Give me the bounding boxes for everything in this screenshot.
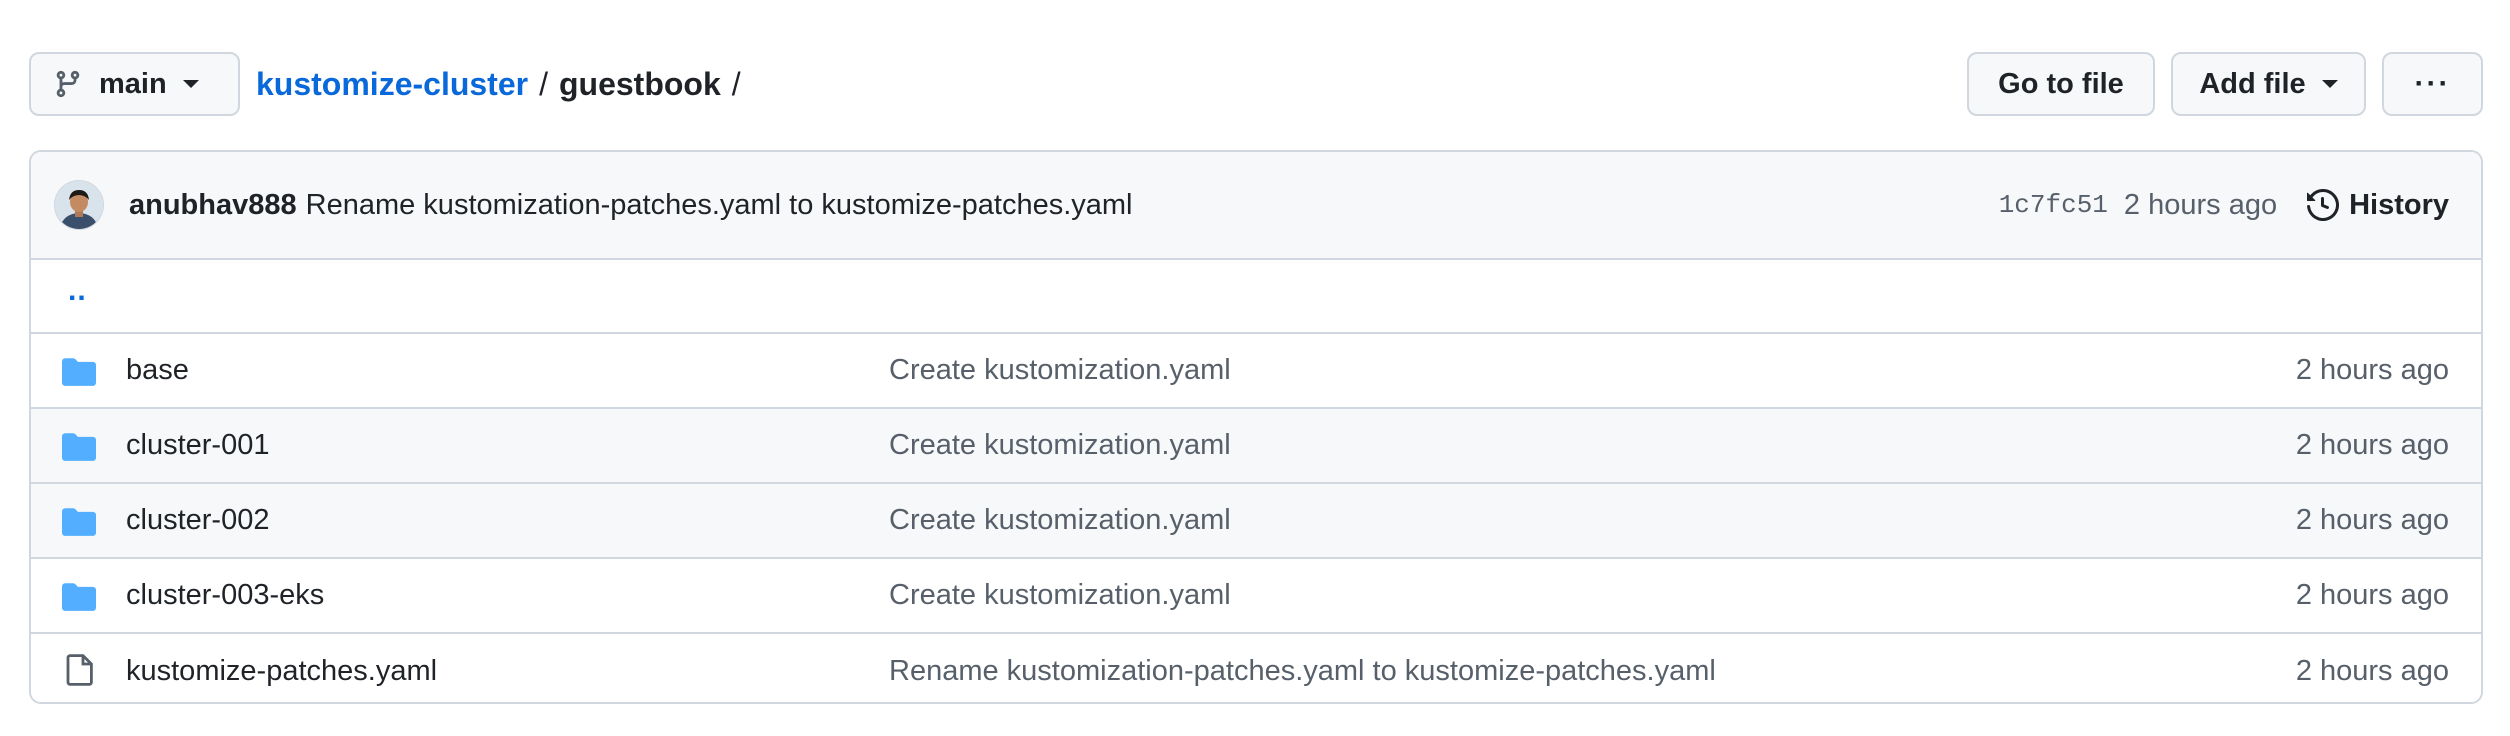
file-commit-message-link[interactable]: Create kustomization.yaml — [889, 579, 1231, 612]
latest-commit-header: anubhav888 Rename kustomization-patches.… — [31, 152, 2481, 260]
more-options-button[interactable]: ··· — [2382, 52, 2483, 116]
breadcrumb-current-dir: guestbook — [558, 65, 721, 102]
caret-down-icon — [2321, 80, 2338, 88]
file-commit-time: 2 hours ago — [2295, 504, 2449, 536]
folder-icon — [62, 508, 96, 536]
branch-select-button[interactable]: main — [29, 52, 240, 116]
caret-down-icon — [182, 80, 199, 88]
breadcrumb: kustomize-cluster / guestbook / — [256, 66, 752, 103]
folder-icon — [62, 433, 96, 461]
history-label: History — [2349, 188, 2449, 221]
folder-icon — [62, 358, 96, 386]
file-commit-time: 2 hours ago — [2295, 655, 2449, 687]
table-row[interactable]: cluster-001 Create kustomization.yaml 2 … — [31, 409, 2481, 484]
commit-sha-link[interactable]: 1c7fc51 — [1999, 190, 2108, 220]
file-navigation: main kustomize-cluster / guestbook / Go … — [29, 52, 2483, 116]
file-name-link[interactable]: cluster-002 — [126, 504, 269, 537]
file-name-link[interactable]: cluster-003-eks — [126, 579, 324, 612]
table-row[interactable]: base Create kustomization.yaml 2 hours a… — [31, 334, 2481, 409]
user-avatar-icon — [55, 181, 103, 229]
file-commit-message-link[interactable]: Create kustomization.yaml — [889, 429, 1231, 462]
file-name-link[interactable]: base — [126, 354, 189, 387]
file-commit-message-link[interactable]: Create kustomization.yaml — [889, 504, 1231, 537]
file-name-link[interactable]: cluster-001 — [126, 429, 269, 462]
file-commit-time: 2 hours ago — [2295, 429, 2449, 461]
branch-name: main — [99, 67, 167, 100]
parent-directory-row[interactable]: .. — [31, 260, 2481, 334]
kebab-horizontal-icon: ··· — [2414, 67, 2451, 100]
folder-icon — [62, 583, 96, 611]
file-commit-message-link[interactable]: Create kustomization.yaml — [889, 354, 1231, 387]
file-name-link[interactable]: kustomize-patches.yaml — [126, 655, 437, 688]
table-row[interactable]: cluster-002 Create kustomization.yaml 2 … — [31, 484, 2481, 559]
avatar[interactable] — [55, 181, 103, 229]
file-icon — [66, 654, 93, 686]
table-row[interactable]: kustomize-patches.yaml Rename kustomizat… — [31, 634, 2481, 702]
table-row[interactable]: cluster-003-eks Create kustomization.yam… — [31, 559, 2481, 634]
commit-message-link[interactable]: Rename kustomization-patches.yaml to kus… — [306, 189, 1133, 222]
history-link[interactable]: History — [2307, 189, 2449, 222]
parent-directory-link[interactable]: .. — [68, 274, 87, 308]
commit-author-link[interactable]: anubhav888 — [129, 189, 297, 222]
commit-time: 2 hours ago — [2123, 188, 2278, 221]
add-file-button[interactable]: Add file — [2171, 52, 2366, 116]
go-to-file-button[interactable]: Go to file — [1967, 52, 2155, 116]
git-branch-icon — [56, 70, 80, 98]
file-commit-time: 2 hours ago — [2295, 354, 2449, 386]
file-commit-message-link[interactable]: Rename kustomization-patches.yaml to kus… — [889, 655, 1716, 688]
breadcrumb-separator: / — [731, 65, 741, 102]
file-browser-page: main kustomize-cluster / guestbook / Go … — [0, 0, 2510, 736]
go-to-file-label: Go to file — [1998, 67, 2124, 100]
commit-meta: 1c7fc51 2 hours ago History — [1999, 189, 2449, 222]
file-commit-time: 2 hours ago — [2295, 579, 2449, 611]
add-file-label: Add file — [2199, 67, 2306, 100]
breadcrumb-repo-link[interactable]: kustomize-cluster — [256, 66, 528, 103]
breadcrumb-separator: / — [539, 65, 548, 102]
history-icon — [2307, 189, 2340, 221]
file-actions: Go to file Add file ··· — [1967, 52, 2483, 116]
file-list-box: anubhav888 Rename kustomization-patches.… — [29, 150, 2483, 704]
